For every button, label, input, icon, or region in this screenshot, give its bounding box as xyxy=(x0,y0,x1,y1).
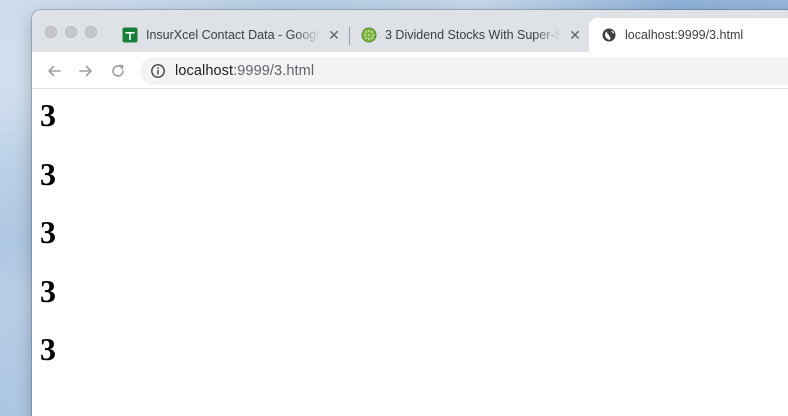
url-path: :9999/3.html xyxy=(233,63,315,79)
page-content: 3 3 3 3 3 xyxy=(32,89,788,416)
motley-fool-icon xyxy=(361,27,377,43)
minimize-window-button[interactable] xyxy=(65,26,77,38)
arrow-right-icon xyxy=(79,65,92,77)
tab-insurxcel-sheet[interactable]: InsurXcel Contact Data - Google Sheets ✕ xyxy=(122,18,342,52)
window-controls xyxy=(45,26,97,38)
globe-icon xyxy=(601,27,617,43)
tab-title: InsurXcel Contact Data - Google Sheets xyxy=(146,28,320,42)
tab-close-icon[interactable]: ✕ xyxy=(326,27,342,43)
reload-button[interactable] xyxy=(108,61,128,81)
address-bar[interactable]: localhost:9999/3.html xyxy=(140,57,788,85)
tab-dividend-stocks[interactable]: 3 Dividend Stocks With Super-Safe Yields… xyxy=(361,18,583,52)
browser-window: InsurXcel Contact Data - Google Sheets ✕… xyxy=(32,10,788,416)
tab-close-icon[interactable]: ✕ xyxy=(567,27,583,43)
page-heading: 3 xyxy=(40,155,56,192)
site-info-icon[interactable] xyxy=(150,63,166,79)
tab-localhost-active[interactable]: localhost:9999/3.html xyxy=(589,18,788,52)
arrow-left-icon xyxy=(48,65,61,77)
page-heading: 3 xyxy=(40,272,56,309)
back-button[interactable] xyxy=(44,61,64,81)
address-url: localhost:9999/3.html xyxy=(175,63,314,79)
tab-title: localhost:9999/3.html xyxy=(625,28,744,42)
tab-title: 3 Dividend Stocks With Super-Safe Yields xyxy=(385,28,561,42)
browser-toolbar: localhost:9999/3.html xyxy=(32,52,788,89)
zoom-window-button[interactable] xyxy=(85,26,97,38)
heading-list: 3 3 3 3 3 xyxy=(40,89,788,390)
tab-strip: InsurXcel Contact Data - Google Sheets ✕… xyxy=(32,10,788,52)
page-heading: 3 xyxy=(40,331,56,367)
tab-separator xyxy=(349,27,350,45)
google-sheets-icon xyxy=(122,27,138,43)
page-heading: 3 xyxy=(40,214,56,250)
close-window-button[interactable] xyxy=(45,26,57,38)
page-heading: 3 xyxy=(40,97,56,133)
url-host: localhost xyxy=(175,63,234,79)
forward-button[interactable] xyxy=(76,61,96,81)
reload-icon xyxy=(112,64,124,77)
